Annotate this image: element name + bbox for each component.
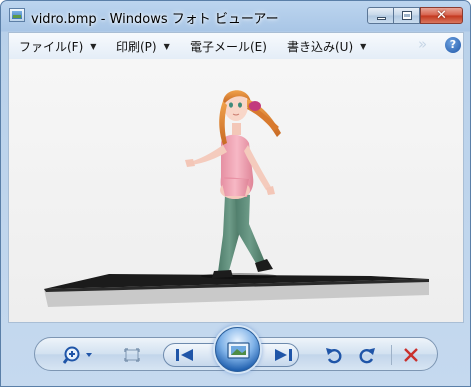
menu-email[interactable]: 電子メール(E) bbox=[190, 38, 267, 55]
photo-image bbox=[9, 59, 463, 322]
menu-burn[interactable]: 書き込み(U) ▼ bbox=[287, 38, 366, 55]
previous-icon bbox=[176, 349, 193, 361]
minimize-button[interactable] bbox=[367, 7, 394, 24]
delete-icon bbox=[404, 348, 418, 362]
photo-viewer-window: vidro.bmp - Windows フォト ビューアー ✕ ファイル(F) ▼… bbox=[0, 0, 471, 387]
rotate-left-button[interactable] bbox=[325, 345, 343, 365]
chevron-down-icon: ▼ bbox=[163, 42, 170, 51]
next-icon bbox=[275, 349, 292, 361]
slideshow-icon bbox=[227, 342, 250, 359]
window-title: vidro.bmp - Windows フォト ビューアー bbox=[31, 12, 279, 27]
next-button[interactable] bbox=[271, 345, 295, 365]
menu-email-label: 電子メール(E) bbox=[190, 40, 267, 54]
minimize-icon bbox=[377, 17, 386, 20]
menu-file[interactable]: ファイル(F) ▼ bbox=[19, 38, 96, 55]
maximize-icon bbox=[402, 11, 412, 20]
menu-print[interactable]: 印刷(P) ▼ bbox=[116, 38, 170, 55]
previous-button[interactable] bbox=[173, 345, 197, 365]
app-icon bbox=[9, 8, 25, 22]
zoom-icon bbox=[62, 346, 92, 364]
slideshow-button[interactable] bbox=[215, 327, 260, 372]
maximize-button[interactable] bbox=[394, 7, 420, 24]
actual-size-icon bbox=[124, 348, 140, 362]
close-button[interactable]: ✕ bbox=[420, 7, 463, 24]
toolbar-separator bbox=[391, 345, 392, 365]
zoom-button[interactable] bbox=[62, 345, 95, 365]
help-icon[interactable]: ? bbox=[445, 37, 461, 53]
close-icon: ✕ bbox=[436, 8, 447, 23]
menu-file-label: ファイル(F) bbox=[19, 40, 84, 54]
menu-burn-label: 書き込み(U) bbox=[287, 40, 354, 54]
title-bar[interactable]: vidro.bmp - Windows フォト ビューアー ✕ bbox=[1, 1, 470, 31]
menu-print-label: 印刷(P) bbox=[116, 40, 157, 54]
rotate-left-icon bbox=[326, 348, 342, 364]
menu-bar: ファイル(F) ▼ 印刷(P) ▼ 電子メール(E) 書き込み(U) ▼ » ? bbox=[8, 32, 464, 59]
rotate-right-icon bbox=[359, 348, 375, 364]
image-viewport[interactable] bbox=[8, 59, 464, 323]
delete-button[interactable] bbox=[402, 345, 420, 365]
more-commands-icon[interactable]: » bbox=[418, 35, 427, 53]
actual-size-button[interactable] bbox=[122, 345, 142, 365]
chevron-down-icon: ▼ bbox=[360, 42, 367, 51]
rotate-right-button[interactable] bbox=[358, 345, 376, 365]
playback-control-bar bbox=[34, 327, 438, 372]
chevron-down-icon: ▼ bbox=[90, 42, 97, 51]
